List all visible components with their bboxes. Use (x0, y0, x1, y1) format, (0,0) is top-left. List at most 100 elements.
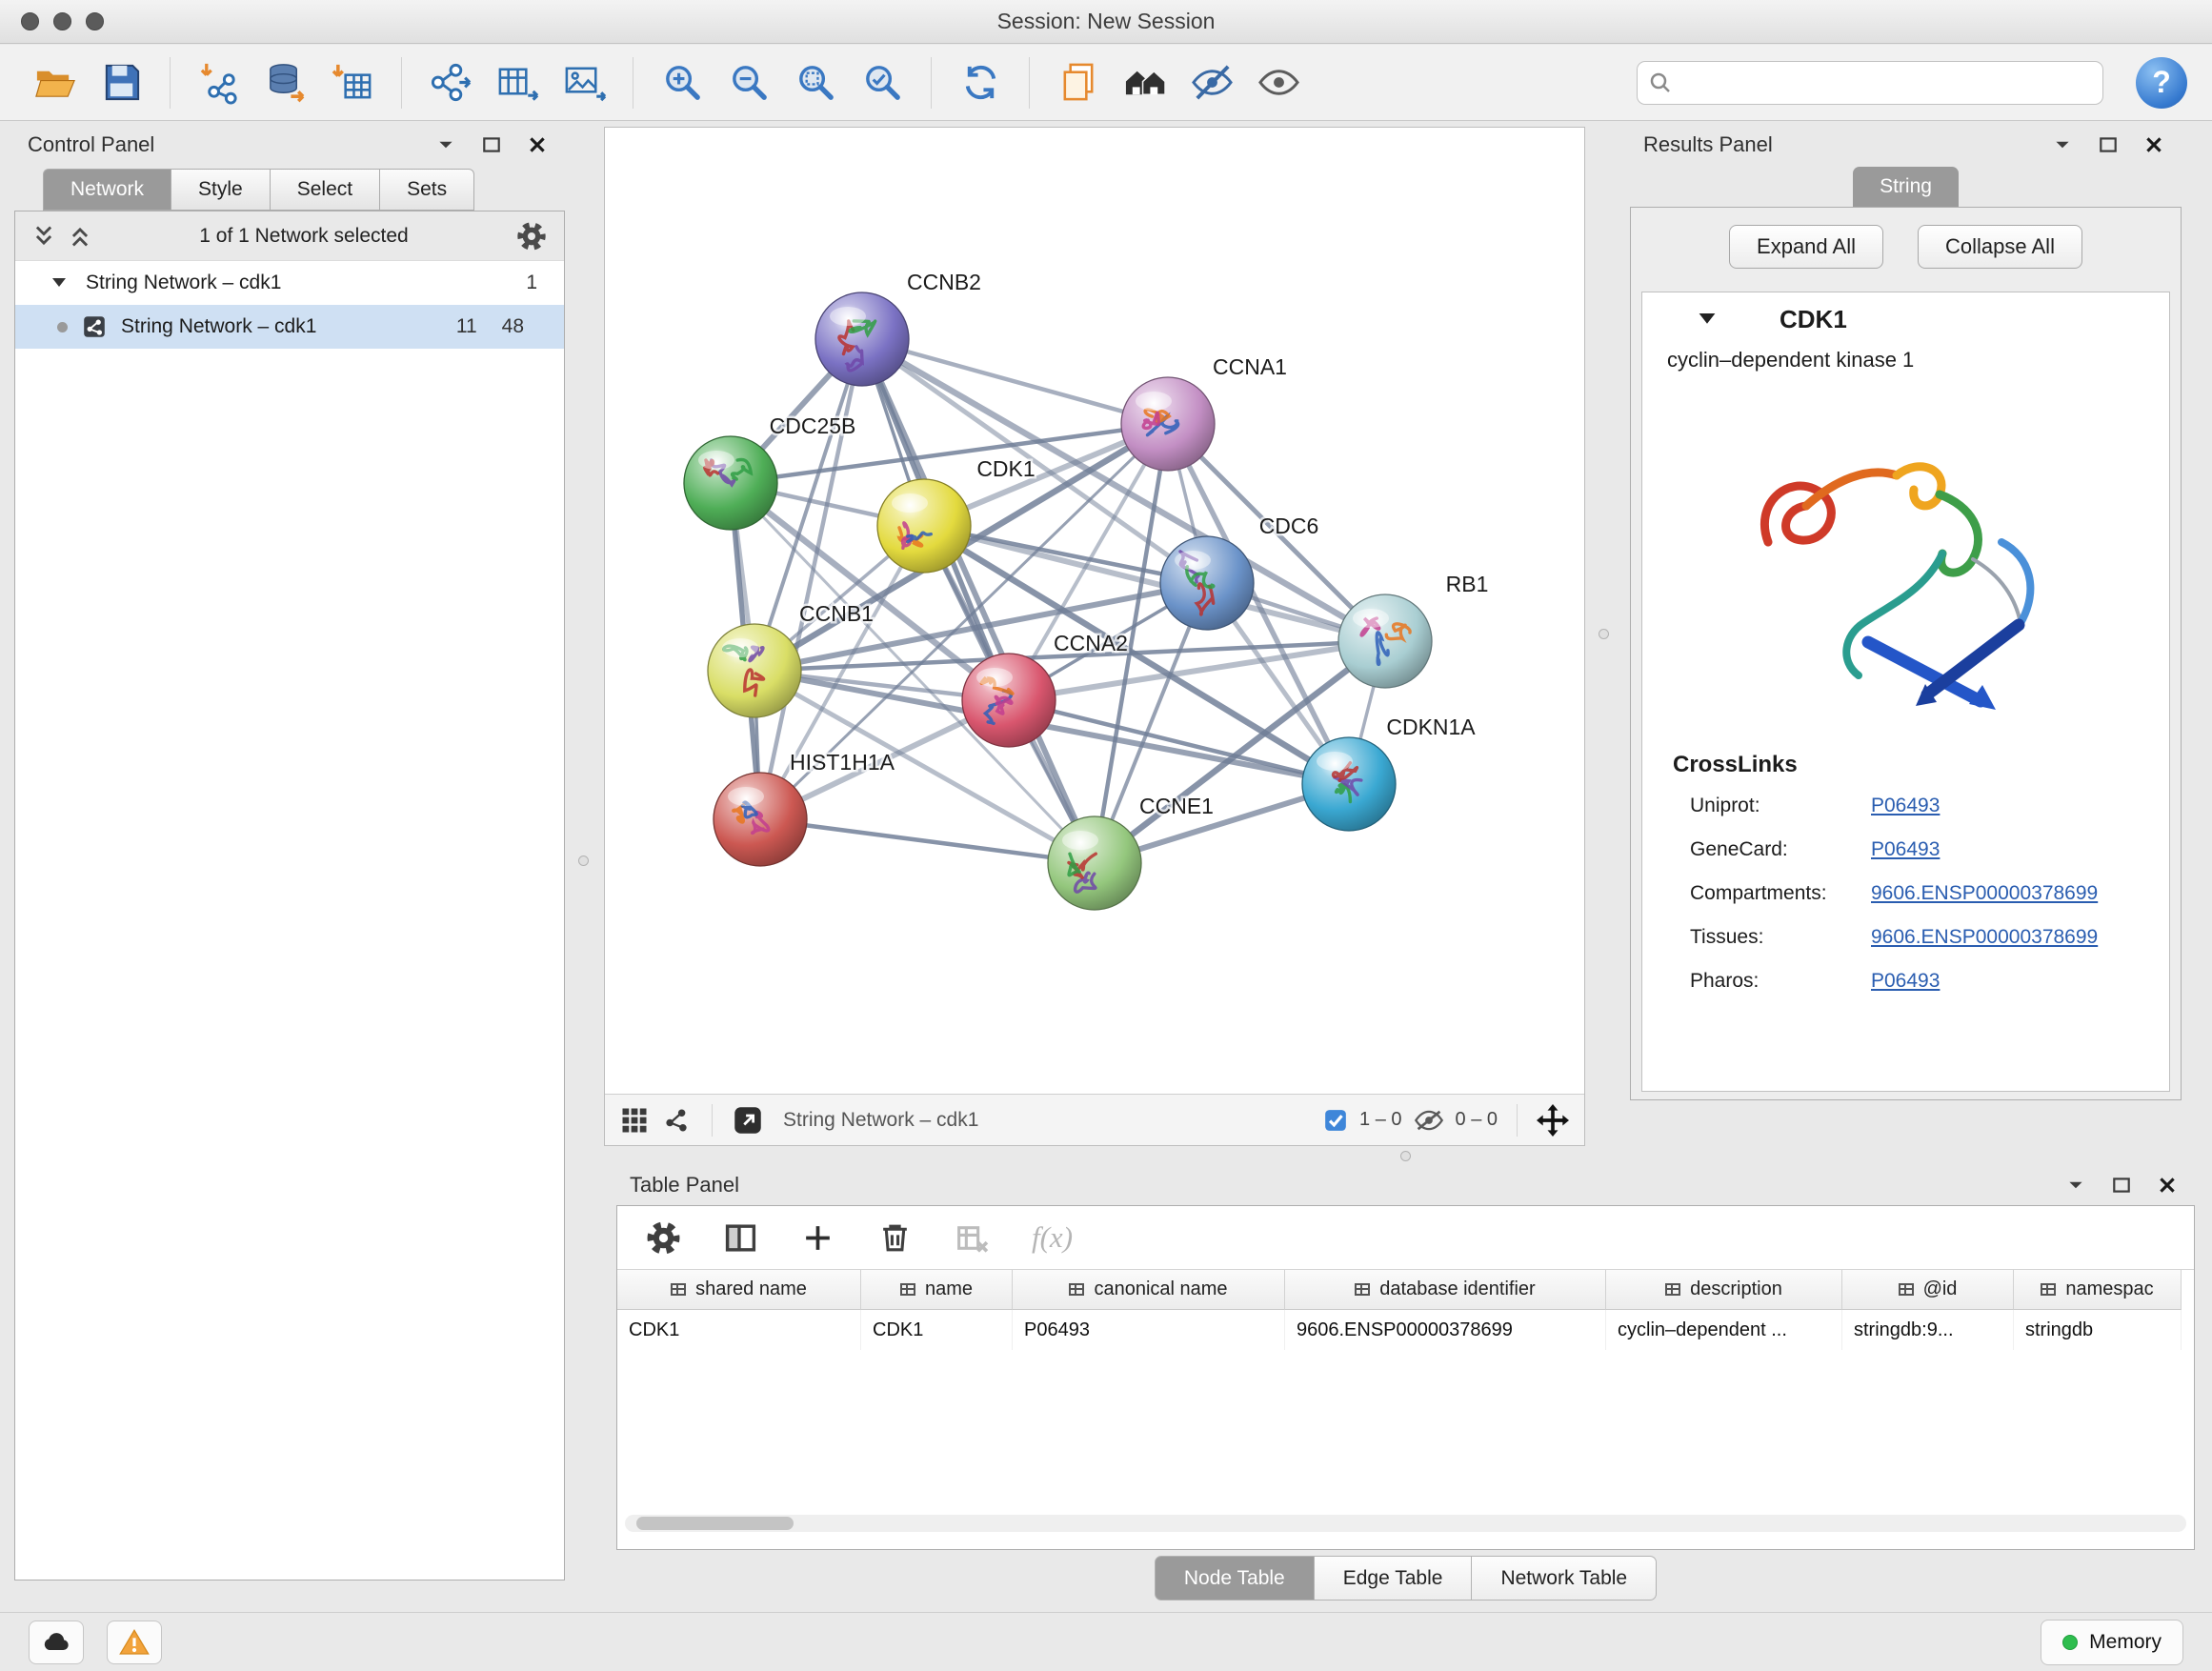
minimize-window-button[interactable] (53, 12, 71, 30)
network-row-selected[interactable]: String Network – cdk1 11 48 (15, 305, 564, 349)
table-mode-gear-icon[interactable] (646, 1220, 681, 1256)
tab-edge-table[interactable]: Edge Table (1315, 1556, 1473, 1601)
expand-all-icon[interactable] (69, 224, 91, 249)
show-columns-icon[interactable] (723, 1220, 758, 1256)
column-header[interactable]: database identifier (1285, 1270, 1606, 1310)
network-node-cdc6[interactable] (1160, 536, 1254, 630)
search-input[interactable] (1637, 61, 2103, 105)
tab-sets[interactable]: Sets (380, 169, 474, 211)
selected-checkbox-icon[interactable] (1323, 1108, 1348, 1133)
column-header[interactable]: name (861, 1270, 1013, 1310)
tab-node-table[interactable]: Node Table (1155, 1556, 1315, 1601)
panel-menu-chevron-icon[interactable] (435, 134, 456, 155)
network-node-cdc25b[interactable] (684, 436, 777, 530)
column-header[interactable]: shared name (617, 1270, 861, 1310)
network-node-cdk1[interactable] (877, 479, 971, 573)
tab-select[interactable]: Select (271, 169, 380, 211)
table-cell[interactable]: cyclin–dependent ... (1606, 1310, 1842, 1350)
close-panel-icon[interactable] (2157, 1175, 2178, 1196)
scrollbar-thumb[interactable] (636, 1517, 794, 1530)
hidden-eye-slash-icon[interactable] (1414, 1109, 1444, 1132)
show-labels-button[interactable] (1249, 53, 1308, 112)
zoom-selected-button[interactable] (853, 53, 912, 112)
float-panel-icon[interactable] (2111, 1175, 2132, 1196)
delete-table-icon[interactable] (955, 1220, 990, 1256)
delete-column-trash-icon[interactable] (877, 1220, 913, 1256)
table-cell[interactable]: CDK1 (617, 1310, 861, 1350)
network-node-cdkn1a[interactable] (1302, 737, 1396, 831)
table-cell[interactable]: CDK1 (861, 1310, 1013, 1350)
float-panel-icon[interactable] (2098, 134, 2119, 155)
grid-view-button[interactable] (620, 1106, 649, 1135)
apply-layout-button[interactable] (951, 53, 1010, 112)
close-panel-icon[interactable] (527, 134, 548, 155)
panel-menu-chevron-icon[interactable] (2065, 1175, 2086, 1196)
glass-ball-effect-button[interactable] (1182, 53, 1241, 112)
crosslink-link[interactable]: 9606.ENSP00000378699 (1871, 926, 2098, 949)
import-table-file-button[interactable] (323, 53, 382, 112)
tab-network[interactable]: Network (43, 169, 171, 211)
horizontal-scrollbar[interactable] (625, 1515, 2186, 1532)
memory-button[interactable]: Memory (2041, 1620, 2183, 1665)
network-node-hist1h1a[interactable] (714, 773, 807, 866)
network-node-ccnb1[interactable] (708, 624, 801, 717)
crosslink-link[interactable]: P06493 (1871, 970, 1940, 993)
create-column-plus-icon[interactable] (800, 1220, 835, 1256)
network-canvas[interactable]: CCNB2CCNA1CDC25BCDK1CDC6RB1CCNB1CCNA2CDK… (605, 128, 1584, 1094)
splitter-handle[interactable] (1599, 629, 1609, 639)
collapse-gene-caret-icon[interactable] (1696, 308, 1719, 331)
table-cell[interactable]: 9606.ENSP00000378699 (1285, 1310, 1606, 1350)
splitter-handle[interactable] (578, 856, 589, 866)
zoom-in-button[interactable] (653, 53, 712, 112)
string-home-button[interactable] (1116, 53, 1175, 112)
column-header[interactable]: description (1606, 1270, 1842, 1310)
splitter-handle[interactable] (1400, 1151, 1411, 1161)
panel-menu-chevron-icon[interactable] (2052, 134, 2073, 155)
network-node-ccne1[interactable] (1048, 816, 1141, 910)
import-network-database-button[interactable] (256, 53, 315, 112)
cloud-status-button[interactable] (29, 1621, 84, 1664)
export-image-button[interactable] (554, 53, 613, 112)
network-collection-row[interactable]: String Network – cdk1 1 (15, 261, 564, 305)
results-tab-string[interactable]: String (1853, 167, 1959, 207)
column-header[interactable]: canonical name (1013, 1270, 1285, 1310)
table-cell[interactable]: P06493 (1013, 1310, 1285, 1350)
expand-caret-icon[interactable] (50, 273, 69, 292)
table-cell[interactable]: stringdb:9... (1842, 1310, 2014, 1350)
save-session-button[interactable] (91, 53, 151, 112)
warnings-button[interactable] (107, 1621, 162, 1664)
options-gear-icon[interactable] (516, 221, 547, 252)
network-node-rb1[interactable] (1338, 594, 1432, 688)
collapse-all-icon[interactable] (32, 224, 55, 249)
tab-network-table[interactable]: Network Table (1472, 1556, 1657, 1601)
network-node-ccna1[interactable] (1121, 377, 1215, 471)
crosslink-link[interactable]: P06493 (1871, 838, 1940, 861)
column-header[interactable]: @id (1842, 1270, 2014, 1310)
tab-style[interactable]: Style (171, 169, 271, 211)
function-builder-button[interactable]: f(x) (1032, 1220, 1073, 1255)
network-node-ccnb2[interactable] (815, 292, 909, 386)
pan-crosshair-icon[interactable] (1537, 1104, 1569, 1137)
close-window-button[interactable] (21, 12, 39, 30)
export-network-button[interactable] (421, 53, 480, 112)
zoom-window-button[interactable] (86, 12, 104, 30)
float-panel-icon[interactable] (481, 134, 502, 155)
help-button[interactable]: ? (2136, 57, 2187, 109)
close-panel-icon[interactable] (2143, 134, 2164, 155)
import-network-file-button[interactable] (190, 53, 249, 112)
collapse-all-button[interactable]: Collapse All (1918, 225, 2082, 269)
duplicate-network-button[interactable] (1049, 53, 1108, 112)
expand-all-button[interactable]: Expand All (1729, 225, 1883, 269)
export-table-button[interactable] (488, 53, 547, 112)
crosslink-link[interactable]: P06493 (1871, 795, 1940, 817)
detach-view-button[interactable] (734, 1106, 762, 1135)
open-session-button[interactable] (25, 53, 84, 112)
table-cell[interactable]: stringdb (2014, 1310, 2182, 1350)
zoom-out-button[interactable] (719, 53, 778, 112)
crosslink-link[interactable]: 9606.ENSP00000378699 (1871, 882, 2098, 905)
network-node-ccna2[interactable] (962, 654, 1056, 747)
zoom-fit-button[interactable] (786, 53, 845, 112)
table-row[interactable]: CDK1CDK1P064939606.ENSP00000378699cyclin… (617, 1310, 2194, 1350)
network-view-button[interactable] (662, 1106, 691, 1135)
column-header[interactable]: namespac (2014, 1270, 2182, 1310)
